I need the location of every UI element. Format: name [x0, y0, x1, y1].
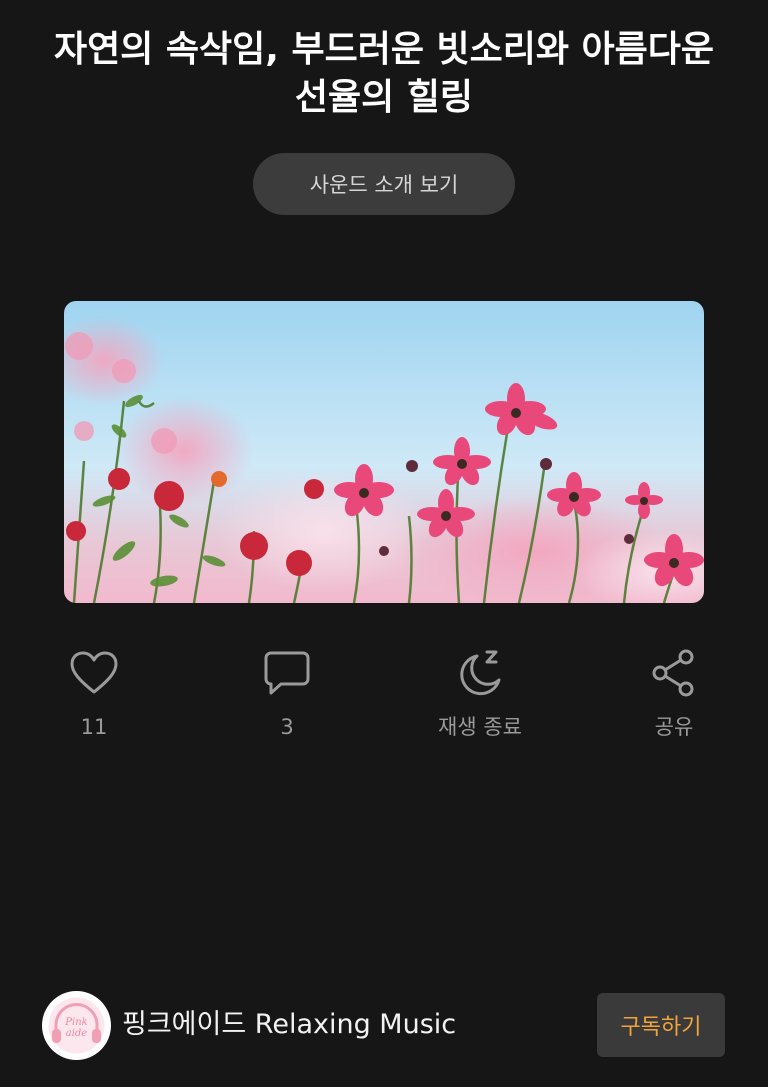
subscribe-button[interactable]: 구독하기	[597, 993, 725, 1057]
comment-count: 3	[280, 715, 294, 739]
like-count: 11	[80, 715, 108, 739]
sleep-timer-label: 재생 종료	[438, 715, 522, 739]
like-button[interactable]: 11	[24, 646, 164, 740]
comment-button[interactable]: 3	[217, 646, 357, 740]
avatar-text-pink: Pink	[64, 1017, 87, 1028]
avatar-text-aide: aide	[66, 1028, 88, 1039]
moon-sleep-icon	[453, 646, 507, 700]
share-icon	[647, 646, 701, 700]
share-label: 공유	[654, 715, 694, 739]
heart-icon	[67, 646, 121, 700]
channel-name[interactable]: 핑크에이드 Relaxing Music	[122, 1008, 456, 1042]
share-button[interactable]: 공유	[604, 646, 744, 740]
channel-avatar[interactable]: Pink aide	[42, 991, 111, 1060]
sleep-timer-button[interactable]: 재생 종료	[410, 646, 550, 740]
sound-intro-button[interactable]: 사운드 소개 보기	[253, 153, 515, 215]
headphones-logo-icon: Pink aide	[48, 997, 105, 1054]
thumbnail-image[interactable]	[64, 301, 704, 603]
post-title: 자연의 속삭임, 부드러운 빗소리와 아름다운 선율의 힐링	[54, 29, 714, 118]
comment-icon	[260, 646, 314, 700]
flower-field-illustration	[64, 316, 704, 603]
